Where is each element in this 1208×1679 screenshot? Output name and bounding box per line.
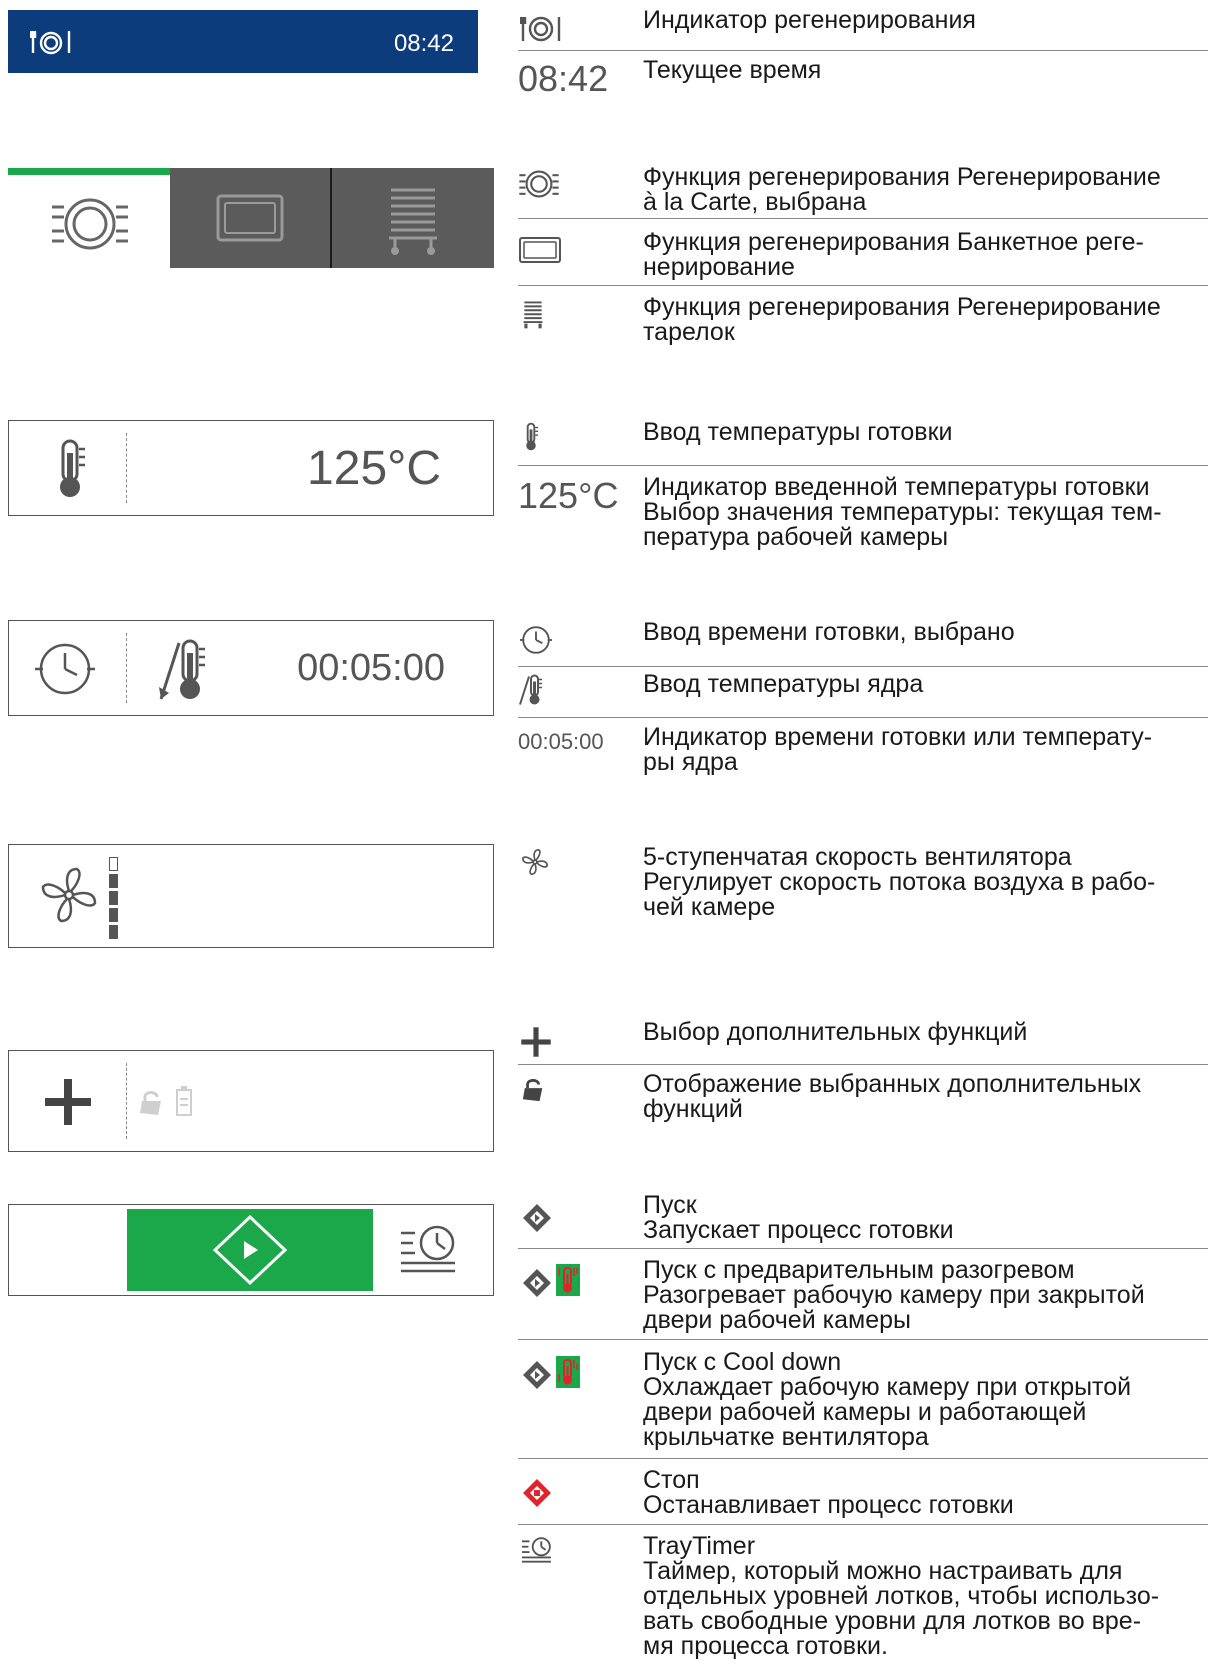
clock-icon[interactable] — [33, 639, 97, 699]
legend-row-time-indicator: 00:05:00 Индикатор времени готовки или т… — [518, 725, 1208, 781]
fan-panel[interactable] — [8, 844, 494, 948]
fan-level-indicator — [109, 857, 119, 941]
tab-a-la-carte[interactable] — [8, 168, 170, 268]
traytimer-icon[interactable] — [399, 1223, 459, 1279]
start-diamond-icon — [522, 1203, 552, 1233]
legend-row-regen-alacarte: Функция регенерирования Регенерирование … — [518, 163, 1208, 219]
separator — [518, 285, 1208, 286]
legend-row-fan-speed: 5-ступенчатая скорость вентилятора Регул… — [518, 845, 1208, 925]
fan-icon — [520, 847, 550, 877]
extra-functions-panel[interactable] — [8, 1050, 494, 1152]
temp-sample: 125°C — [518, 475, 619, 516]
legend-text: Выбор дополнительных функций — [643, 1018, 1028, 1046]
thermometer-icon — [51, 439, 89, 499]
separator — [518, 1458, 1208, 1459]
legend-row-start-cooldown: Пуск с Cool down Охлаждает рабочую камер… — [518, 1348, 1208, 1459]
status-bar: 08:42 — [8, 10, 478, 73]
traytimer-icon — [520, 1536, 554, 1566]
regen-indicator-icon — [30, 28, 74, 56]
legend-text: Пуск с предварительным разогревом Разогр… — [643, 1256, 1145, 1334]
separator — [518, 1248, 1208, 1249]
start-diamond-icon — [522, 1360, 552, 1390]
legend-text: Индикатор времени готовки или температу-… — [643, 723, 1153, 776]
preheat-icon — [556, 1264, 580, 1296]
legend-row-regen-plates: Функция регенерирования Регенерирование … — [518, 295, 1208, 347]
thermometer-icon — [522, 420, 540, 454]
legend-row-traytimer: TrayTimer Таймер, который можно настраив… — [518, 1534, 1208, 1674]
separator — [518, 666, 1208, 667]
regen-tabs — [8, 168, 494, 268]
divider — [126, 433, 127, 503]
separator — [518, 1524, 1208, 1525]
legend-text: Ввод температуры ядра — [643, 670, 924, 698]
cooldown-icon — [556, 1356, 580, 1388]
legend-text: Функция регенерирования Регенерирование … — [643, 163, 1161, 216]
time-value: 00:05:00 — [297, 647, 445, 689]
separator — [518, 1339, 1208, 1340]
a-la-carte-icon — [518, 169, 560, 199]
plus-icon — [520, 1026, 552, 1058]
legend-row-time-input: Ввод времени готовки, выбрано — [518, 618, 1208, 667]
legend-row-current-time: 08:42 Текущее время — [518, 58, 1208, 108]
banquet-icon — [215, 193, 285, 243]
legend-text: Функция регенерирования Банкетное реге- … — [643, 228, 1144, 281]
legend-text: Ввод температуры готовки — [643, 418, 953, 446]
separator — [518, 1064, 1208, 1065]
legend-text: Индикатор регенерирования — [643, 6, 976, 34]
temp-panel[interactable]: 125°C — [8, 420, 494, 516]
core-temp-icon — [518, 672, 546, 708]
start-panel — [8, 1204, 494, 1296]
legend-text: Текущее время — [643, 56, 822, 84]
legend-text: Стоп Останавливает процесс готовки — [643, 1466, 1014, 1519]
stop-icon — [522, 1478, 552, 1508]
legend-row-extra-select: Выбор дополнительных функций — [518, 1018, 1208, 1065]
legend-text: Функция регенерирования Регенерирование … — [643, 293, 1161, 346]
legend-row-temp-input: Ввод температуры готовки — [518, 418, 1208, 466]
clock-icon — [518, 624, 554, 656]
battery-icon — [175, 1085, 193, 1117]
legend-row-extra-display: Отображение выбранных дополнительных фун… — [518, 1072, 1208, 1128]
plates-icon — [385, 186, 441, 258]
banquet-icon — [518, 236, 562, 264]
legend-text: 5-ступенчатая скорость вентилятора Регул… — [643, 843, 1156, 921]
separator — [518, 50, 1208, 51]
divider — [126, 633, 127, 703]
legend-text: Пуск Запускает процесс готовки — [643, 1191, 954, 1244]
core-temp-icon[interactable] — [157, 637, 213, 703]
legend-row-temp-indicator: 125°C Индикатор введенной температуры го… — [518, 475, 1208, 555]
legend-text: TrayTimer Таймер, который можно настраив… — [643, 1532, 1160, 1660]
legend-row-start-preheat: Пуск с предварительным разогревом Разогр… — [518, 1256, 1208, 1340]
start-button[interactable] — [127, 1209, 373, 1291]
cook-time-sample: 00:05:00 — [518, 729, 604, 754]
separator — [518, 465, 1208, 466]
plus-icon[interactable] — [43, 1077, 93, 1127]
legend-row-regen-indicator: Индикатор регенерирования — [518, 6, 1208, 51]
divider — [126, 1063, 127, 1139]
separator — [518, 717, 1208, 718]
fan-icon — [37, 863, 101, 927]
tab-banquet[interactable] — [170, 168, 332, 268]
tab-plates[interactable] — [332, 168, 494, 268]
time-sample: 08:42 — [518, 58, 609, 99]
separator — [518, 218, 1208, 219]
time-panel[interactable]: 00:05:00 — [8, 620, 494, 716]
start-diamond-icon — [212, 1214, 288, 1286]
legend-text: Индикатор введенной температуры готовки … — [643, 473, 1162, 551]
legend-row-regen-banquet: Функция регенерирования Банкетное реге- … — [518, 228, 1208, 286]
legend-text: Ввод времени готовки, выбрано — [643, 618, 1015, 646]
a-la-carte-icon — [50, 195, 130, 253]
temp-value: 125°C — [307, 442, 441, 495]
start-diamond-icon — [522, 1268, 552, 1298]
lock-icon — [139, 1089, 165, 1117]
regen-indicator-icon — [520, 14, 564, 44]
legend-text: Пуск с Cool down Охлаждает рабочую камер… — [643, 1348, 1132, 1451]
current-time: 08:42 — [393, 30, 454, 57]
plates-icon — [522, 297, 544, 333]
legend-text: Отображение выбранных дополнительных фун… — [643, 1070, 1142, 1123]
legend-row-core-temp: Ввод температуры ядра — [518, 670, 1208, 718]
lock-icon — [522, 1076, 546, 1104]
legend-row-start: Пуск Запускает процесс готовки — [518, 1191, 1208, 1249]
legend-row-stop: Стоп Останавливает процесс готовки — [518, 1466, 1208, 1525]
